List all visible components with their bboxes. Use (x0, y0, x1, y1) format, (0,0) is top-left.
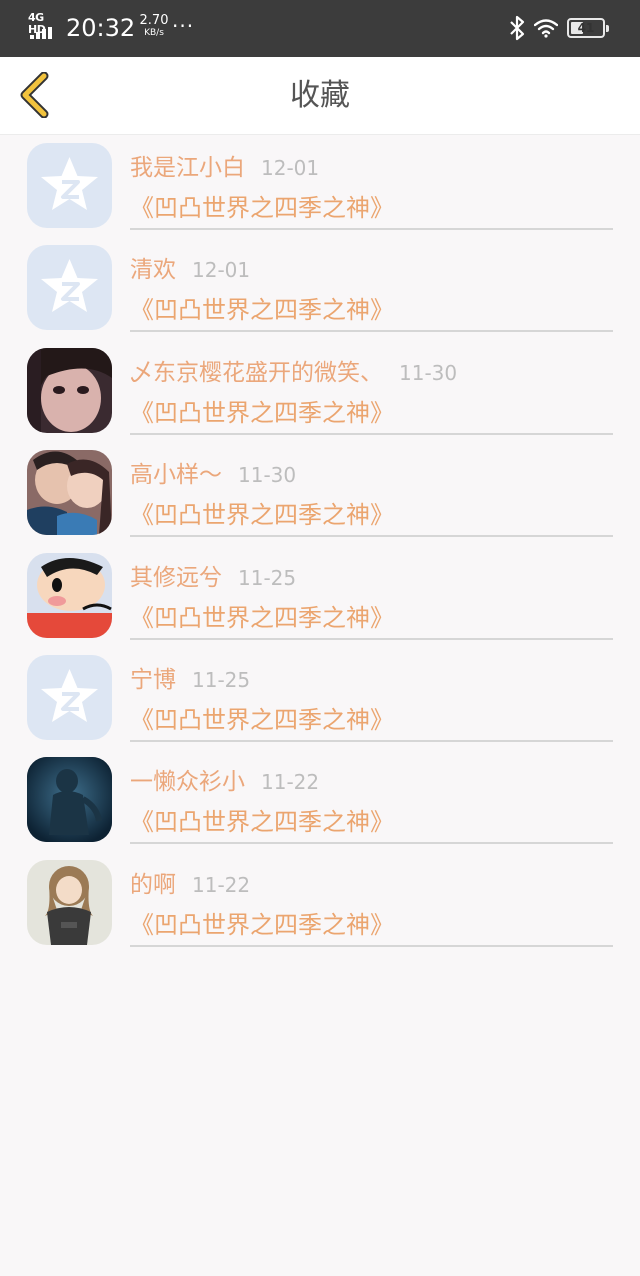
avatar[interactable] (27, 143, 112, 228)
favorite-list-item[interactable]: 一懒众衫小 11-22 《凹凸世界之四季之神》 (0, 757, 640, 859)
name-line: 乄东京樱花盛开的微笑、 11-30 (130, 358, 457, 390)
speed-value: 2.70 (139, 13, 169, 28)
avatar[interactable] (27, 347, 112, 433)
battery-percent: 41 (577, 21, 595, 35)
avatar[interactable] (27, 245, 112, 331)
user-name[interactable]: 高小样～ (130, 462, 222, 488)
clock: 20:32 (66, 14, 136, 42)
more-notifications-icon: ··· (172, 14, 195, 38)
wifi-icon (534, 19, 558, 38)
network-speed: 2.70 KB/s (137, 14, 171, 39)
user-name[interactable]: 我是江小白 (130, 155, 245, 181)
name-line: 高小样～ 11-30 (130, 460, 296, 492)
book-title-link[interactable]: 《凹凸世界之四季之神》 (130, 398, 394, 428)
favorites-list: 我是江小白 12-01 《凹凸世界之四季之神》 清欢 12-01 《凹凸世界之四季之神》乄… (0, 143, 640, 962)
user-name[interactable]: 的啊 (130, 872, 176, 898)
favorite-date: 12-01 (192, 258, 251, 283)
divider (130, 842, 613, 845)
avatar[interactable] (27, 859, 112, 945)
favorite-date: 11-30 (238, 463, 297, 488)
page-title: 收藏 (290, 78, 350, 113)
divider (130, 637, 613, 640)
favorite-list-item[interactable]: 其修远兮 11-25 《凹凸世界之四季之神》 (0, 552, 640, 655)
favorite-date: 11-22 (261, 770, 320, 795)
book-title-link[interactable]: 《凹凸世界之四季之神》 (130, 500, 394, 530)
user-name[interactable]: 其修远兮 (130, 565, 222, 591)
name-line: 清欢 12-01 (130, 255, 250, 287)
favorite-date: 11-25 (192, 667, 251, 692)
name-line: 我是江小白 12-01 (130, 153, 319, 185)
speed-unit: KB/s (144, 28, 164, 38)
bluetooth-icon (510, 15, 525, 41)
battery-icon: 41 (567, 18, 609, 38)
book-title-link[interactable]: 《凹凸世界之四季之神》 (130, 807, 394, 837)
favorite-date: 12-01 (261, 156, 320, 180)
book-title-link[interactable]: 《凹凸世界之四季之神》 (130, 603, 394, 633)
favorite-list-item[interactable]: 乄东京樱花盛开的微笑、 11-30 《凹凸世界之四季之神》 (0, 347, 640, 450)
book-title-link[interactable]: 《凹凸世界之四季之神》 (130, 705, 394, 735)
favorite-list-item[interactable]: 宁博 11-25 《凹凸世界之四季之神》 (0, 654, 640, 757)
book-title-link[interactable]: 《凹凸世界之四季之神》 (130, 295, 394, 325)
user-name[interactable]: 宁博 (130, 667, 176, 693)
favorite-list-item[interactable]: 高小样～ 11-30 《凹凸世界之四季之神》 (0, 450, 640, 552)
divider (130, 944, 613, 947)
user-name[interactable]: 清欢 (130, 257, 176, 283)
avatar[interactable] (27, 450, 112, 536)
favorite-list-item[interactable]: 清欢 12-01 《凹凸世界之四季之神》 (0, 245, 640, 347)
name-line: 的啊 11-22 (130, 870, 250, 902)
divider (130, 228, 613, 230)
name-line: 其修远兮 11-25 (130, 563, 296, 595)
signal-icon: 4G HD (28, 12, 58, 41)
name-line: 宁博 11-25 (130, 665, 250, 697)
user-name[interactable]: 乄东京樱花盛开的微笑、 (130, 360, 383, 386)
divider (130, 739, 613, 742)
book-title-link[interactable]: 《凹凸世界之四季之神》 (130, 910, 394, 940)
divider (130, 330, 613, 333)
favorite-date: 11-30 (399, 360, 458, 385)
favorite-date: 11-25 (238, 565, 297, 590)
avatar[interactable] (27, 757, 112, 843)
name-line: 一懒众衫小 11-22 (130, 767, 319, 799)
book-title-link[interactable]: 《凹凸世界之四季之神》 (130, 193, 394, 223)
favorite-list-item[interactable]: 的啊 11-22 《凹凸世界之四季之神》 (0, 859, 640, 962)
avatar[interactable] (27, 654, 112, 740)
favorite-list-item[interactable]: 我是江小白 12-01 《凹凸世界之四季之神》 (0, 143, 640, 245)
status-bar: 4G HD 20:32 2.70 KB/s ··· 41 (0, 0, 640, 57)
favorite-date: 11-22 (192, 872, 251, 897)
divider (130, 432, 613, 435)
nav-bar: 收藏 (0, 57, 640, 135)
avatar[interactable] (27, 552, 112, 638)
user-name[interactable]: 一懒众衫小 (130, 769, 245, 795)
divider (130, 535, 613, 538)
